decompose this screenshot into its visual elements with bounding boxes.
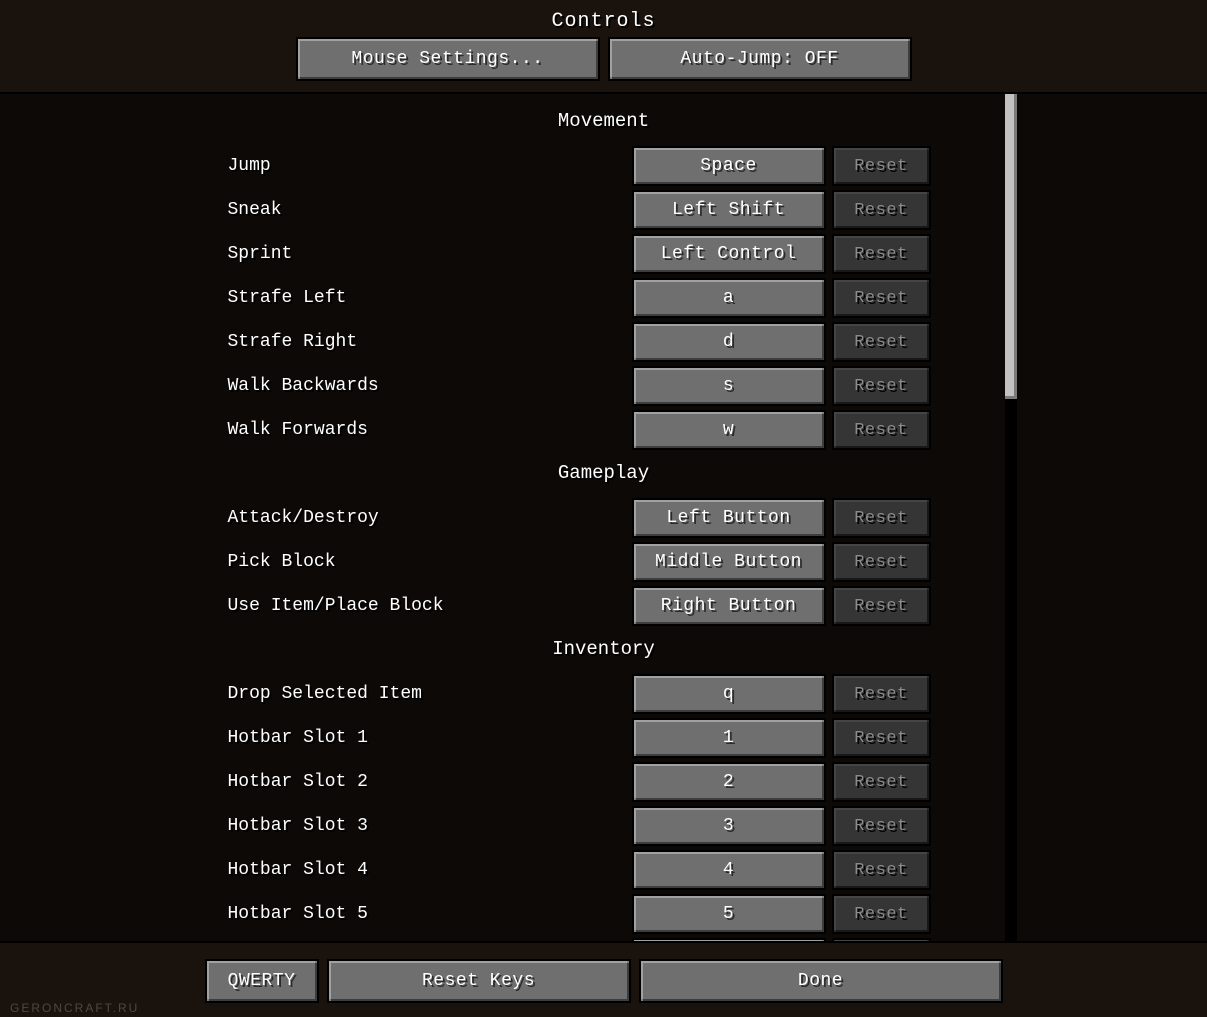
reset-keybind-button[interactable]: Reset bbox=[834, 324, 929, 360]
scrollbar-track[interactable] bbox=[1005, 94, 1017, 941]
keybind-row: Hotbar Slot 2 2 Reset bbox=[224, 762, 984, 802]
keybind-button[interactable]: s bbox=[634, 368, 824, 404]
keyboard-layout-button[interactable]: QWERTY bbox=[207, 961, 317, 1001]
keybind-label: Hotbar Slot 4 bbox=[224, 860, 624, 880]
done-button[interactable]: Done bbox=[641, 961, 1001, 1001]
keybind-row: Sneak Left Shift Reset bbox=[224, 190, 984, 230]
keybind-row: Hotbar Slot 66Reset bbox=[224, 938, 984, 943]
keybind-button[interactable]: Left Button bbox=[634, 500, 824, 536]
scrollbar-thumb[interactable] bbox=[1005, 94, 1017, 399]
reset-keys-button[interactable]: Reset Keys bbox=[329, 961, 629, 1001]
keybind-button[interactable]: q bbox=[634, 676, 824, 712]
reset-keybind-button[interactable]: Reset bbox=[834, 764, 929, 800]
keybind-label: Sprint bbox=[224, 244, 624, 264]
keybind-row: Drop Selected Item q Reset bbox=[224, 674, 984, 714]
keybind-label: Hotbar Slot 5 bbox=[224, 904, 624, 924]
keybind-row: Walk Backwards s Reset bbox=[224, 366, 984, 406]
reset-keybind-button[interactable]: Reset bbox=[834, 896, 929, 932]
keybind-button[interactable]: 4 bbox=[634, 852, 824, 888]
keybind-button[interactable]: Left Shift bbox=[634, 192, 824, 228]
watermark-text: GERONCRAFT.RU bbox=[10, 1001, 139, 1015]
screen-title: Controls bbox=[0, 0, 1207, 39]
keybind-button[interactable]: 1 bbox=[634, 720, 824, 756]
keybind-label: Pick Block bbox=[224, 552, 624, 572]
keybind-row: Jump Space Reset bbox=[224, 146, 984, 186]
controls-scroll-region: Movement Jump Space Reset Sneak Left Shift Res… bbox=[0, 92, 1207, 943]
section-header: Movement bbox=[0, 110, 1207, 132]
keybind-label: Use Item/Place Block bbox=[224, 596, 624, 616]
keybind-button[interactable]: Left Control bbox=[634, 236, 824, 272]
keybind-button[interactable]: 5 bbox=[634, 896, 824, 932]
keybind-button[interactable]: d bbox=[634, 324, 824, 360]
footer-button-row: QWERTY Reset Keys Done bbox=[0, 961, 1207, 1001]
keybind-label: Strafe Left bbox=[224, 288, 624, 308]
reset-keybind-button[interactable]: Reset bbox=[834, 720, 929, 756]
keybind-row: Hotbar Slot 5 5 Reset bbox=[224, 894, 984, 934]
keybind-button[interactable]: 6 bbox=[634, 940, 824, 943]
keybind-label: Sneak bbox=[224, 200, 624, 220]
keybind-label: Hotbar Slot 2 bbox=[224, 772, 624, 792]
keybind-button[interactable]: Space bbox=[634, 148, 824, 184]
reset-keybind-button[interactable]: Reset bbox=[834, 280, 929, 316]
mouse-settings-button[interactable]: Mouse Settings... bbox=[298, 39, 598, 79]
keybind-row: Hotbar Slot 4 4 Reset bbox=[224, 850, 984, 890]
section-header: Inventory bbox=[0, 638, 1207, 660]
keybind-row: Pick Block Middle Button Reset bbox=[224, 542, 984, 582]
section-header: Gameplay bbox=[0, 462, 1207, 484]
keybind-row: Sprint Left Control Reset bbox=[224, 234, 984, 274]
keybind-button[interactable]: a bbox=[634, 280, 824, 316]
reset-keybind-button[interactable]: Reset bbox=[834, 544, 929, 580]
keybind-label: Attack/Destroy bbox=[224, 508, 624, 528]
reset-keybind-button[interactable]: Reset bbox=[834, 368, 929, 404]
keybind-row: Walk Forwards w Reset bbox=[224, 410, 984, 450]
keybind-label: Jump bbox=[224, 156, 624, 176]
auto-jump-toggle-button[interactable]: Auto-Jump: OFF bbox=[610, 39, 910, 79]
keybind-row: Hotbar Slot 1 1 Reset bbox=[224, 718, 984, 758]
keybind-label: Drop Selected Item bbox=[224, 684, 624, 704]
reset-keybind-button[interactable]: Reset bbox=[834, 588, 929, 624]
keybind-button[interactable]: 2 bbox=[634, 764, 824, 800]
controls-list: Movement Jump Space Reset Sneak Left Shift Res… bbox=[0, 94, 1207, 941]
keybind-label: Strafe Right bbox=[224, 332, 624, 352]
reset-keybind-button[interactable]: Reset bbox=[834, 500, 929, 536]
reset-keybind-button[interactable]: Reset bbox=[834, 676, 929, 712]
keybind-button[interactable]: 3 bbox=[634, 808, 824, 844]
reset-keybind-button[interactable]: Reset bbox=[834, 412, 929, 448]
keybind-label: Hotbar Slot 3 bbox=[224, 816, 624, 836]
keybind-button[interactable]: Right Button bbox=[634, 588, 824, 624]
keybind-row: Hotbar Slot 3 3 Reset bbox=[224, 806, 984, 846]
reset-keybind-button[interactable]: Reset bbox=[834, 852, 929, 888]
keybind-row: Use Item/Place Block Right Button Reset bbox=[224, 586, 984, 626]
keybind-label: Hotbar Slot 1 bbox=[224, 728, 624, 748]
reset-keybind-button[interactable]: Reset bbox=[834, 808, 929, 844]
top-button-row: Mouse Settings... Auto-Jump: OFF bbox=[0, 39, 1207, 89]
reset-keybind-button[interactable]: Reset bbox=[834, 192, 929, 228]
keybind-row: Strafe Right d Reset bbox=[224, 322, 984, 362]
keybind-row: Attack/Destroy Left Button Reset bbox=[224, 498, 984, 538]
reset-keybind-button[interactable]: Reset bbox=[834, 148, 929, 184]
keybind-row: Strafe Left a Reset bbox=[224, 278, 984, 318]
reset-keybind-button[interactable]: Reset bbox=[834, 236, 929, 272]
keybind-button[interactable]: w bbox=[634, 412, 824, 448]
keybind-button[interactable]: Middle Button bbox=[634, 544, 824, 580]
reset-keybind-button[interactable]: Reset bbox=[834, 940, 929, 943]
keybind-label: Walk Forwards bbox=[224, 420, 624, 440]
keybind-label: Walk Backwards bbox=[224, 376, 624, 396]
